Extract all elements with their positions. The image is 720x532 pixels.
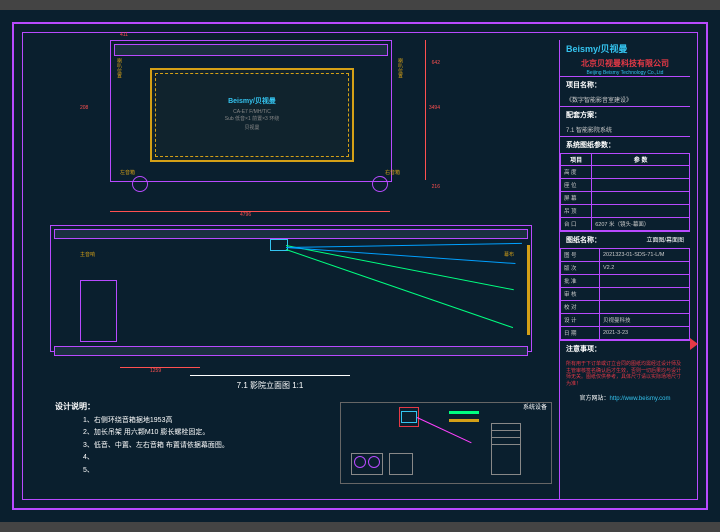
table-row: 校 对 xyxy=(561,301,690,314)
dim-bot: 216 xyxy=(432,184,440,190)
sec-note-l: 主音响 xyxy=(80,251,95,258)
website: 官方网站：http://www.beismy.com xyxy=(560,391,690,404)
dim-top: 642 xyxy=(432,60,440,66)
caution-text: 所有用于下订单或订立合同的图纸均需经过设计师及主管审核签名确认后才生效，否则一切… xyxy=(560,357,690,391)
sec-note-r: 幕布 xyxy=(504,251,514,258)
equipment-rack xyxy=(80,280,117,342)
proj-val: 《数字智能影音室建设》 xyxy=(560,93,690,106)
table-row: 图 号2021323-01-SDS-71-L/M xyxy=(561,249,690,262)
legend-g xyxy=(449,411,479,414)
dwg-label: 图纸名称： 立面图/幕面图 xyxy=(560,231,690,248)
system-equipment-panel: 系统设备 xyxy=(340,402,552,484)
table-row: 批 准 xyxy=(561,275,690,288)
equip-title: 系统设备 xyxy=(523,402,547,411)
projection-screen: Beismy/贝视曼 CA-E7 F/MH/T/C Sub 低音×1 前置×3 … xyxy=(150,68,354,162)
spec2: Sub 低音×1 前置×3 环绕 xyxy=(152,115,352,122)
eq-sp1 xyxy=(354,456,366,468)
ceiling-slab xyxy=(114,44,388,56)
param-table: 项目参 数 高 度 座 位 屏 幕 吊 顶 台 口6207 米（镜头-幕面） xyxy=(560,153,690,231)
table-row: 台 口6207 米（镜头-幕面） xyxy=(561,218,690,231)
title-block: Beismy/贝视曼 北京贝视曼科技有限公司 Beijing Beismy Te… xyxy=(559,40,690,500)
table-row: 吊 顶 xyxy=(561,205,690,218)
speaker-left xyxy=(132,176,148,192)
drawing-sheet: Beismy/贝视曼 CA-E7 F/MH/T/C Sub 低音×1 前置×3 … xyxy=(0,10,720,522)
section-floor xyxy=(54,346,528,356)
table-row: 高 度 xyxy=(561,166,690,179)
note-3: 3、低音、中置、左右音箱 布置请依据幕面图。 xyxy=(83,442,229,449)
notes-title: 设计说明： xyxy=(55,402,95,411)
note-1: 1、右侧环绕音箱据地1953高 xyxy=(83,417,172,424)
note-right: 喇叭位置 xyxy=(397,58,404,78)
note-br: 右音箱 xyxy=(385,169,400,176)
scheme-val: 7.1 智能影院系统 xyxy=(560,123,690,136)
eq-2 xyxy=(389,453,413,475)
brand: 贝视曼 xyxy=(152,124,352,131)
table-row: 座 位 xyxy=(561,179,690,192)
speaker-right xyxy=(372,176,388,192)
eq-sp2 xyxy=(368,456,380,468)
dim-h-line xyxy=(425,40,426,180)
table-row: 审 核 xyxy=(561,288,690,301)
table-row: 屏 幕 xyxy=(561,192,690,205)
note-left: 喇叭位置 xyxy=(116,58,123,78)
legend-y xyxy=(449,419,479,422)
main-area: Beismy/贝视曼 CA-E7 F/MH/T/C Sub 低音×1 前置×3 … xyxy=(30,40,550,460)
dim-side: 411 xyxy=(120,32,128,38)
elevation-section: 主音响 幕布 1259 xyxy=(50,225,540,360)
screen-logo: Beismy/贝视曼 xyxy=(152,96,352,106)
dim-sh: 208 xyxy=(80,105,88,111)
eq-rack xyxy=(491,423,521,475)
note-2: 2、加长吊架 用六颗M10 膨长螺栓固定。 xyxy=(83,429,209,436)
logo: Beismy/贝视曼 xyxy=(560,40,690,57)
caution-label: 注意事项： xyxy=(560,340,690,357)
rev-table: 图 号2021323-01-SDS-71-L/M 版 次V2.2 批 准 审 核… xyxy=(560,248,690,340)
sec-dim: 1259 xyxy=(150,368,161,374)
dim-h: 3494 xyxy=(429,105,440,111)
marker-triangle xyxy=(690,338,698,350)
proj-label: 项目名称： xyxy=(560,76,690,93)
note-5: 5、 xyxy=(83,467,94,474)
elevation-screen-wall: Beismy/贝视曼 CA-E7 F/MH/T/C Sub 低音×1 前置×3 … xyxy=(110,40,410,200)
ph2: 参 数 xyxy=(592,154,690,166)
table-row: 版 次V2.2 xyxy=(561,262,690,275)
figure-title: 7.1 影院立面图 1:1 xyxy=(190,380,350,391)
note-bl: 左音箱 xyxy=(120,169,135,176)
screen-text: Beismy/贝视曼 CA-E7 F/MH/T/C Sub 低音×1 前置×3 … xyxy=(152,96,352,131)
dim-w: 4796 xyxy=(240,212,251,218)
design-notes: 设计说明： 1、右侧环绕音箱据地1953高 2、加长吊架 用六颗M10 膨长螺栓… xyxy=(55,400,229,478)
company-zh: 北京贝视曼科技有限公司 xyxy=(560,57,690,70)
table-row: 设 计贝视曼科技 xyxy=(561,314,690,327)
ph1: 项目 xyxy=(561,154,592,166)
eq-1 xyxy=(351,453,383,475)
scheme-label: 配套方案： xyxy=(560,106,690,123)
section-screen xyxy=(527,245,530,335)
param-label: 系统图纸参数： xyxy=(560,136,690,153)
section-ceiling xyxy=(54,229,528,239)
note-4: 4、 xyxy=(83,454,94,461)
table-row: 日 期2021-3-23 xyxy=(561,327,690,340)
fig-underline xyxy=(190,375,350,376)
